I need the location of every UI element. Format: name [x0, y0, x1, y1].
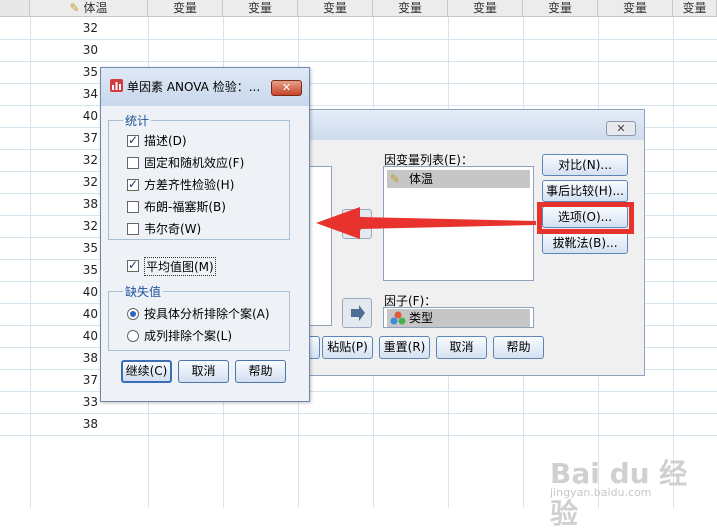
- table-cell[interactable]: 37: [30, 127, 98, 149]
- table-cell[interactable]: 38: [30, 347, 98, 369]
- row-divider: [0, 39, 717, 40]
- table-cell[interactable]: 32: [30, 171, 98, 193]
- table-cell[interactable]: 30: [30, 39, 98, 61]
- table-cell[interactable]: 35: [30, 61, 98, 83]
- options-highlight-box: [537, 202, 634, 234]
- post-hoc-button[interactable]: 事后比较(H)...: [542, 180, 628, 202]
- table-cell[interactable]: 37: [30, 369, 98, 391]
- column-header-var[interactable]: 变量: [148, 0, 223, 17]
- column-header-var[interactable]: 变量: [673, 0, 717, 17]
- cancel-button[interactable]: 取消: [178, 360, 229, 383]
- help-button[interactable]: 帮助: [493, 336, 544, 359]
- exclude-listwise-radio[interactable]: [127, 330, 139, 342]
- missing-values-group-title: 缺失值: [123, 283, 164, 300]
- brown-forsythe-label: 布朗-福塞斯(B): [144, 200, 226, 214]
- column-header-var[interactable]: 变量: [373, 0, 448, 17]
- descriptive-checkbox[interactable]: [127, 133, 139, 147]
- exclude-listwise-label: 成列排除个案(L): [144, 329, 233, 343]
- table-cell[interactable]: 32: [30, 17, 98, 39]
- paste-button[interactable]: 粘贴(P): [322, 336, 373, 359]
- fixed-random-effects-checkbox[interactable]: [127, 157, 139, 169]
- bootstrap-button[interactable]: 拔靴法(B)...: [542, 232, 628, 254]
- means-plot-checkbox[interactable]: [127, 258, 139, 272]
- table-cell[interactable]: 38: [30, 413, 98, 435]
- row-header-corner: [0, 0, 30, 17]
- descriptive-label: 描述(D): [144, 134, 187, 148]
- help-button[interactable]: 帮助: [235, 360, 286, 383]
- exclude-analysis-label: 按具体分析排除个案(A): [144, 307, 270, 321]
- homogeneity-test-checkbox[interactable]: [127, 177, 139, 191]
- scale-ruler-icon: ✎: [69, 1, 80, 15]
- factor-field[interactable]: 类型: [383, 307, 534, 328]
- factor-item[interactable]: 类型: [387, 309, 530, 327]
- cancel-button[interactable]: 取消: [436, 336, 487, 359]
- table-cell[interactable]: 40: [30, 105, 98, 127]
- welch-label: 韦尔奇(W): [144, 222, 202, 236]
- fixed-random-effects-label: 固定和随机效应(F): [144, 156, 245, 170]
- close-button[interactable]: ✕: [606, 121, 636, 136]
- scale-ruler-icon: ✎: [390, 172, 401, 186]
- table-cell[interactable]: 32: [30, 149, 98, 171]
- table-cell[interactable]: 34: [30, 83, 98, 105]
- dialog-title: 单因素 ANOVA 检验：...: [127, 80, 261, 94]
- table-cell[interactable]: 40: [30, 303, 98, 325]
- annotation-arrow-icon: [316, 207, 536, 239]
- spss-app-icon: [110, 79, 123, 92]
- continue-button[interactable]: 继续(C): [121, 360, 172, 383]
- move-to-factor-button[interactable]: [342, 298, 372, 328]
- exclude-analysis-radio[interactable]: [127, 308, 139, 320]
- column-header-var[interactable]: 变量: [523, 0, 598, 17]
- means-plot-label: 平均值图(M): [144, 257, 216, 276]
- column-header-var[interactable]: 变量: [448, 0, 523, 17]
- table-cell[interactable]: 40: [30, 325, 98, 347]
- anova-options-dialog: 单因素 ANOVA 检验：... ✕ 统计 描述(D) 固定和随机效应(F) 方…: [100, 67, 310, 402]
- table-cell[interactable]: 32: [30, 215, 98, 237]
- welch-checkbox[interactable]: [127, 223, 139, 235]
- baidu-watermark: Bai du 经验 jingyan.baidu.com: [550, 430, 710, 530]
- row-divider: [0, 413, 717, 414]
- table-cell[interactable]: 40: [30, 281, 98, 303]
- reset-button[interactable]: 重置(R): [379, 336, 430, 359]
- brown-forsythe-checkbox[interactable]: [127, 201, 139, 213]
- homogeneity-test-label: 方差齐性检验(H): [144, 178, 235, 192]
- nominal-variable-icon: [390, 311, 406, 325]
- table-cell[interactable]: 35: [30, 259, 98, 281]
- column-header-tiwen[interactable]: ✎ 体温: [30, 0, 148, 17]
- watermark-url: jingyan.baidu.com: [550, 486, 652, 499]
- row-divider: [0, 61, 717, 62]
- list-item[interactable]: ✎ 体温: [387, 170, 530, 188]
- dialog-title-bar[interactable]: 单因素 ANOVA 检验：... ✕: [101, 68, 309, 106]
- statistics-group-title: 统计: [123, 112, 152, 129]
- column-header-var[interactable]: 变量: [298, 0, 373, 17]
- column-header-var[interactable]: 变量: [223, 0, 298, 17]
- table-cell[interactable]: 33: [30, 391, 98, 413]
- table-cell[interactable]: 35: [30, 237, 98, 259]
- dialog-title-bar[interactable]: [301, 110, 644, 140]
- close-button[interactable]: ✕: [271, 80, 302, 96]
- arrow-right-icon: [351, 305, 365, 321]
- table-cell[interactable]: 38: [30, 193, 98, 215]
- column-header-var[interactable]: 变量: [598, 0, 673, 17]
- contrasts-button[interactable]: 对比(N)...: [542, 154, 628, 176]
